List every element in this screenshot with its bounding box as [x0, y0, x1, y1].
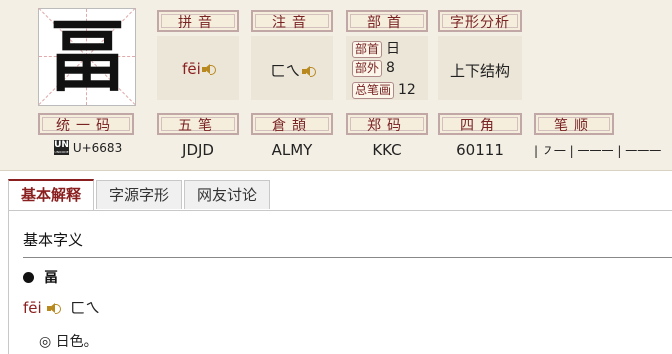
tab-basic-explanation[interactable]: 基本解释 — [8, 179, 94, 210]
zhuyin-value: ㄈㄟ — [251, 60, 333, 81]
wubi-value: JDJD — [182, 141, 214, 159]
radical-value[interactable]: 日 — [386, 41, 400, 57]
outside-strokes-value: 8 — [386, 60, 395, 76]
pinyin-text: fēi — [182, 60, 201, 78]
label-zhuyin: 注音 — [251, 10, 333, 32]
outside-strokes-tag: 部外 — [352, 60, 383, 77]
entry-pinyin: fēi — [23, 299, 42, 317]
total-strokes-value: 12 — [398, 82, 416, 98]
unicode-logo-icon: UN UNICODE — [54, 140, 69, 155]
zhengma-value: KKC — [372, 141, 402, 159]
label-wubi: 五笔 — [157, 113, 239, 135]
entry-heading: 畐 — [23, 267, 58, 287]
label-tongyima: 统一码 — [38, 113, 134, 135]
label-zixing: 字形分析 — [438, 10, 522, 32]
unicode-value: UN UNICODE U+6683 — [54, 140, 144, 155]
label-bushou: 部首 — [346, 10, 428, 32]
speaker-icon[interactable] — [301, 66, 316, 77]
bullet-dot-icon — [23, 272, 34, 283]
zhuyin-text: ㄈㄟ — [270, 62, 301, 80]
entry-zhuyin: ㄈㄟ — [70, 299, 101, 317]
section-title: 基本字义 — [23, 231, 84, 249]
label-bishun: 笔顺 — [534, 113, 614, 135]
tab-user-discussion[interactable]: 网友讨论 — [184, 180, 270, 209]
explanation-content: 基本字义 畐 fēi ㄈㄟ ◎ 日色。 — [8, 211, 672, 354]
character-display-box: 畐 — [38, 8, 136, 106]
entry-pronunciation: fēi ㄈㄟ — [23, 297, 100, 318]
zixing-value: 上下结构 — [449, 62, 510, 80]
definition-line: ◎ 日色。 — [39, 334, 98, 350]
label-sijiao: 四角 — [438, 113, 522, 135]
speaker-icon[interactable] — [201, 64, 216, 75]
label-zhengma: 郑码 — [346, 113, 428, 135]
tab-character-origin[interactable]: 字源字形 — [96, 180, 182, 209]
sijiao-value: 60111 — [456, 141, 504, 159]
bishun-value: | ㇇一 | 一一一 | 一一一 — [534, 144, 662, 158]
label-cangjie: 倉頡 — [251, 113, 333, 135]
label-pinyin: 拼音 — [157, 10, 239, 32]
section-divider — [23, 257, 672, 258]
explanation-tabs: 基本解释 字源字形 网友讨论 — [8, 179, 672, 211]
speaker-icon[interactable] — [47, 303, 62, 314]
total-strokes-tag: 总笔画 — [352, 82, 395, 99]
unicode-text: U+6683 — [72, 141, 123, 155]
entry-char: 畐 — [44, 270, 58, 286]
character-glyph: 畐 — [47, 11, 126, 102]
radical-tag: 部首 — [352, 41, 383, 58]
character-info-panel: 畐 拼音 注音 部首 字形分析 fēi ㄈㄟ 部首日 部外 8 总笔画 12 上下结… — [0, 0, 672, 171]
cangjie-value: ALMY — [271, 141, 313, 159]
pinyin-value: fēi — [157, 60, 239, 78]
